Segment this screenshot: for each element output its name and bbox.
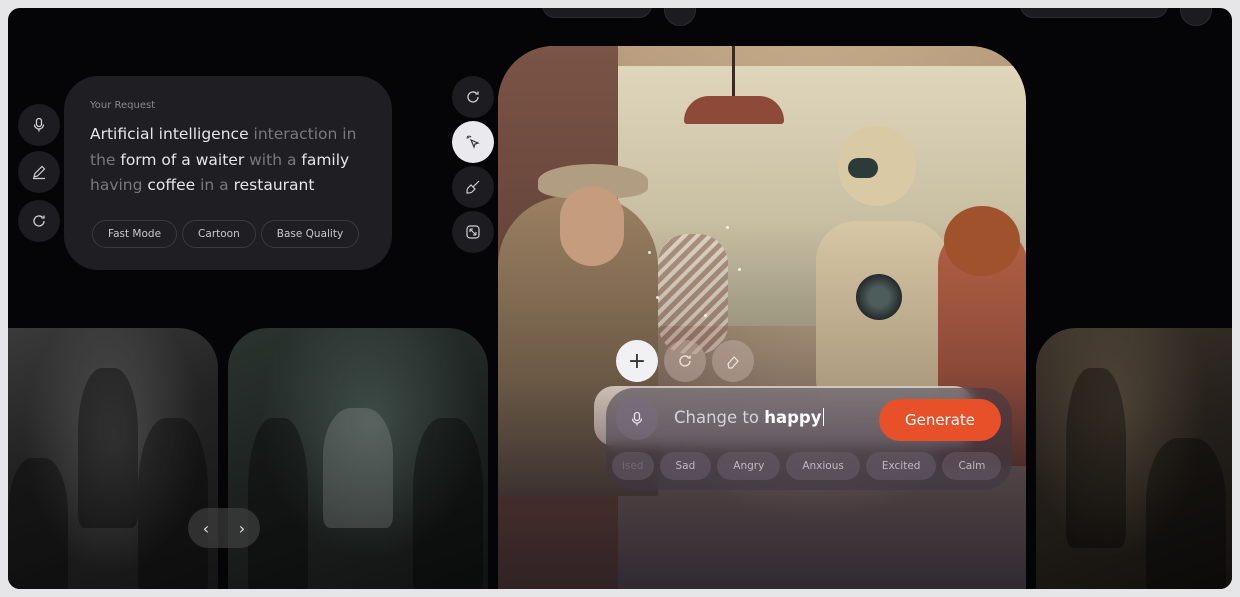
voice-input-button[interactable]: [18, 104, 60, 146]
refresh-icon: [33, 215, 45, 227]
chip-base-quality[interactable]: Base Quality: [260, 220, 360, 248]
erase-button[interactable]: [712, 340, 754, 382]
mic-icon: [33, 117, 45, 132]
chip-fast-mode[interactable]: Fast Mode: [92, 220, 178, 248]
request-label: Your Request: [90, 100, 156, 111]
request-text-segment: in a: [195, 176, 234, 194]
mood-chip-angry[interactable]: Angry: [717, 452, 781, 480]
prompt-prefix: Change to: [674, 408, 765, 427]
magic-select-icon: [466, 135, 480, 149]
plus-icon: +: [627, 348, 647, 374]
brush-tool-button[interactable]: [452, 166, 494, 208]
chip-cartoon[interactable]: Cartoon: [182, 220, 256, 248]
top-icon-button[interactable]: [664, 8, 696, 26]
request-chips: Fast Mode Cartoon Base Quality: [92, 220, 360, 248]
gallery-image-2[interactable]: [228, 328, 488, 589]
mask-point[interactable]: [704, 314, 707, 317]
prompt-voice-button[interactable]: [616, 398, 658, 440]
refresh-image-button[interactable]: [452, 76, 494, 118]
next-arrow-button[interactable]: ›: [239, 519, 245, 538]
regenerate-request-button[interactable]: [18, 200, 60, 242]
mask-point[interactable]: [726, 226, 729, 229]
prompt-input[interactable]: Change to happy: [674, 408, 824, 427]
figure-shape: [323, 408, 393, 528]
pencil-icon: [33, 165, 46, 180]
mic-icon: [631, 411, 643, 426]
brush-icon: [466, 180, 480, 194]
generate-button[interactable]: Generate: [879, 399, 1001, 441]
top-tab[interactable]: [542, 8, 652, 18]
request-text: Artificial intelligence interaction in t…: [90, 122, 375, 199]
edit-prompt-panel: Change to happy Generate ised Sad Angry …: [606, 388, 1012, 490]
mood-chip-sad[interactable]: Sad: [659, 452, 712, 480]
generated-image[interactable]: [498, 46, 1026, 589]
robot-eye-shape: [848, 158, 878, 178]
mood-chips: ised Sad Angry Anxious Excited Calm: [606, 452, 1012, 482]
figure-shape: [8, 458, 68, 589]
top-right-button[interactable]: [1180, 8, 1212, 26]
gallery-image-1[interactable]: [8, 328, 218, 589]
add-button[interactable]: +: [616, 340, 658, 382]
selection-mask[interactable]: [658, 234, 728, 354]
request-text-segment: interaction in: [248, 125, 357, 143]
request-text-segment: having: [90, 176, 148, 194]
figure-shape: [413, 418, 483, 589]
robot-core-shape: [856, 274, 902, 320]
lamp-shape: [732, 46, 735, 98]
refresh-icon: [467, 91, 479, 103]
lamp-shape: [684, 96, 784, 124]
girl-hair-shape: [944, 206, 1020, 276]
request-text-segment: restaurant: [233, 176, 315, 194]
request-text-segment: form of a waiter: [115, 150, 245, 169]
request-text-segment: family: [301, 150, 350, 169]
resize-tool-button[interactable]: [452, 211, 494, 253]
request-card: Your Request Artificial intelligence int…: [64, 76, 392, 270]
request-text-segment: coffee: [147, 176, 196, 194]
eraser-icon: [727, 356, 739, 369]
figure-shape: [1146, 438, 1226, 589]
man-head-shape: [560, 186, 624, 266]
mask-point[interactable]: [648, 251, 651, 254]
mood-chip-excited[interactable]: Excited: [865, 452, 937, 480]
mask-point[interactable]: [738, 268, 741, 271]
request-text-segment: with a: [244, 150, 302, 169]
user-menu[interactable]: [1020, 8, 1168, 18]
figure-shape: [248, 418, 308, 589]
mood-chip[interactable]: ised: [612, 452, 654, 480]
figure-shape: [78, 368, 138, 528]
gallery-nav: ‹ ›: [188, 508, 260, 548]
edit-request-button[interactable]: [18, 151, 60, 193]
figure-shape: [138, 418, 208, 589]
refresh-icon: [679, 355, 691, 367]
app-frame: Your Request Artificial intelligence int…: [8, 8, 1232, 589]
request-text-segment: the: [90, 150, 116, 169]
text-caret: [822, 408, 824, 426]
magic-select-button[interactable]: [452, 121, 494, 163]
prev-arrow-button[interactable]: ‹: [203, 519, 209, 538]
request-text-segment: Artificial intelligence: [90, 125, 249, 143]
mood-chip-anxious[interactable]: Anxious: [786, 452, 860, 480]
refresh-selection-button[interactable]: [664, 340, 706, 382]
resize-icon: [466, 225, 480, 239]
prompt-keyword: happy: [764, 408, 822, 427]
gallery-image-3[interactable]: [1036, 328, 1232, 589]
figure-shape: [1066, 368, 1126, 548]
mask-point[interactable]: [656, 296, 659, 299]
mood-chip-calm[interactable]: Calm: [942, 452, 1002, 480]
